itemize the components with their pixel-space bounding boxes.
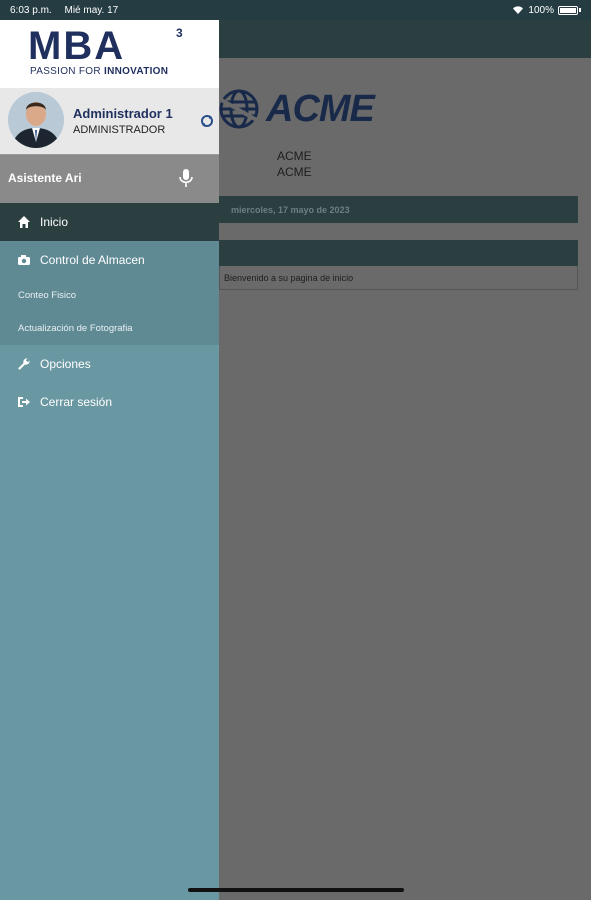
wrench-icon <box>18 358 30 370</box>
status-bar: 6:03 p.m. Mié may. 17 100% <box>0 0 591 20</box>
brand-tagline: PASSION FOR INNOVATION <box>30 66 168 77</box>
company-logo-text: ACME <box>266 87 375 130</box>
company-logo: ACME <box>218 84 378 134</box>
brand-tagline-bold: INNOVATION <box>103 66 169 77</box>
nav-item-inicio[interactable]: Inicio <box>0 203 219 241</box>
brand-header: MBA 3 PASSION FOR INNOVATION <box>0 20 219 88</box>
assistant-bar[interactable]: Asistente Ari <box>0 154 219 203</box>
welcome-panel-body: Bienvenido a su pagina de inicio <box>219 266 578 290</box>
globe-icon <box>218 89 260 129</box>
brand-tagline-prefix: PASSION FOR <box>30 66 104 77</box>
battery-percent: 100% <box>528 4 554 16</box>
nav-item-opciones[interactable]: Opciones <box>0 345 219 383</box>
wifi-icon <box>513 6 524 14</box>
subnav-item-label: Conteo Fisico <box>18 290 77 301</box>
subnav-item-conteo-fisico[interactable]: Conteo Fisico <box>0 279 219 312</box>
navigation-drawer: MBA 3 PASSION FOR INNOVATION Administrad… <box>0 20 219 900</box>
welcome-message: Bienvenido a su pagina de inicio <box>224 272 354 283</box>
home-indicator[interactable] <box>188 888 404 892</box>
subnav-item-actualizacion-fotografia[interactable]: Actualización de Fotografia <box>0 312 219 345</box>
nav-item-label: Cerrar sesión <box>40 395 113 409</box>
company-name-line1: ACME <box>277 149 312 163</box>
nav-item-label: Control de Almacen <box>40 253 145 267</box>
user-role: ADMINISTRADOR <box>73 124 166 136</box>
current-date: miercoles, 17 mayo de 2023 <box>231 204 350 215</box>
avatar <box>8 92 64 148</box>
user-photo-icon <box>8 92 64 148</box>
date-bar: miercoles, 17 mayo de 2023 <box>219 196 578 223</box>
nav-item-cerrar-sesion[interactable]: Cerrar sesión <box>0 383 219 421</box>
brand-logo: MBA <box>28 24 126 68</box>
nav-item-label: Inicio <box>40 215 69 229</box>
company-name-line2: ACME <box>277 165 312 179</box>
status-date: Mié may. 17 <box>64 4 119 16</box>
camera-icon <box>18 255 30 265</box>
sync-icon[interactable] <box>200 114 214 128</box>
nav-item-control-almacen[interactable]: Control de Almacen <box>0 241 219 279</box>
assistant-label: Asistente Ari <box>8 171 82 185</box>
welcome-panel-header <box>219 240 578 266</box>
logout-icon <box>18 397 30 407</box>
battery-icon <box>558 5 578 15</box>
subnav-item-label: Actualización de Fotografia <box>18 323 133 334</box>
user-name: Administrador 1 <box>73 106 173 121</box>
nav-item-label: Opciones <box>40 357 91 371</box>
home-icon <box>18 216 30 228</box>
brand-logo-superscript: 3 <box>176 26 183 40</box>
user-profile[interactable]: Administrador 1 ADMINISTRADOR <box>0 88 219 154</box>
microphone-icon[interactable] <box>178 168 194 188</box>
status-time: 6:03 p.m. <box>10 4 52 16</box>
